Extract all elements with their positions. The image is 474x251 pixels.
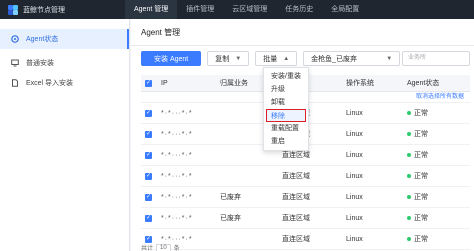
cell-os: Linux (346, 235, 363, 243)
nav-task-history[interactable]: 任务历史 (276, 0, 322, 19)
sidebar-item-agent-status[interactable]: Agent状态 (0, 29, 129, 49)
page-header: Agent 管理 (131, 19, 474, 46)
business-filter-select[interactable]: 金枪鱼_已废弃 ▼ (303, 51, 401, 66)
cell-region: 直连区域 (282, 152, 310, 159)
cell-ip: *·*···*·* (161, 172, 193, 180)
cell-ip: *·*···*·* (161, 193, 193, 201)
chevron-down-icon: ▼ (235, 55, 242, 62)
cell-status: 正常 (414, 194, 428, 201)
app-logo[interactable]: 蓝鲸节点管理 (0, 0, 125, 19)
menu-item-install-reinstall[interactable]: 安装/重装 (264, 70, 308, 83)
menu-item-remove[interactable]: 移除 (266, 109, 306, 122)
nav-global-config[interactable]: 全局配置 (322, 0, 368, 19)
row-checkbox[interactable]: ✓ (145, 131, 152, 138)
nav-agent-management[interactable]: Agent 管理 (125, 0, 178, 19)
cell-ip: *·*···*·* (161, 214, 193, 222)
bluking-logo-icon (8, 4, 18, 15)
nav-cloud-region-management[interactable]: 云区域管理 (223, 0, 276, 19)
nav-plugin-management[interactable]: 插件管理 (177, 0, 223, 19)
menu-item-uninstall[interactable]: 卸载 (264, 96, 308, 109)
status-dot-icon (407, 195, 411, 200)
header-ip: IP (161, 79, 168, 87)
cell-ip: *·*···*·* (161, 151, 193, 159)
cell-status: 正常 (414, 110, 428, 117)
cell-region: 直连区域 (282, 173, 310, 180)
cell-region: 直连区域 (282, 215, 310, 222)
row-checkbox[interactable]: ✓ (145, 152, 152, 159)
cell-os: Linux (346, 130, 363, 138)
row-checkbox[interactable]: ✓ (145, 215, 152, 222)
table-row[interactable]: ✓ *·*···*·* 已废弃 直连区域 Linux 正常 (141, 187, 470, 208)
cell-status: 正常 (414, 173, 428, 180)
copy-dropdown-button[interactable]: 复制 ▼ (207, 51, 250, 66)
cell-ip: *·*···*·* (161, 130, 193, 138)
row-checkbox[interactable]: ✓ (145, 194, 152, 201)
menu-item-reload-config[interactable]: 重载配置 (264, 122, 308, 135)
row-checkbox[interactable]: ✓ (145, 173, 152, 180)
top-navbar: 蓝鲸节点管理 Agent 管理 插件管理 云区域管理 任务历史 全局配置 (0, 0, 474, 19)
cell-status: 正常 (414, 152, 428, 159)
chevron-up-icon: ▲ (283, 55, 290, 62)
app-title: 蓝鲸节点管理 (23, 6, 65, 14)
page-title: Agent 管理 (141, 28, 181, 37)
cell-os: Linux (346, 193, 363, 201)
cell-status: 正常 (414, 215, 428, 222)
file-icon (10, 79, 19, 88)
status-dot-icon (407, 174, 411, 179)
sidebar-item-label: Excel 导入安装 (26, 80, 74, 87)
batch-dropdown-menu: 安装/重装 升级 卸载 移除 重载配置 重启 (263, 67, 309, 151)
per-page-select[interactable]: 10 (156, 243, 171, 251)
main-nav: Agent 管理 插件管理 云区域管理 任务历史 全局配置 (125, 0, 368, 19)
cell-business: 已废弃 (220, 215, 241, 222)
pagination: 共计 10 条 (141, 243, 180, 251)
sidebar: Agent状态 普通安装 Excel 导入安装 (0, 19, 130, 251)
header-os: 操作系统 (346, 80, 374, 87)
cell-region: 直连区域 (282, 194, 310, 201)
search-input[interactable]: 业务所 (402, 51, 470, 66)
cell-region: 直连区域 (282, 236, 310, 243)
status-dot-icon (407, 111, 411, 116)
sidebar-item-excel-install[interactable]: Excel 导入安装 (0, 73, 129, 93)
cell-business: 已废弃 (220, 194, 241, 201)
dashboard-icon (10, 35, 19, 44)
batch-dropdown-button[interactable]: 批量 ▲ (255, 51, 298, 66)
cell-status: 正常 (414, 131, 428, 138)
sidebar-item-label: 普通安装 (26, 60, 54, 67)
cell-ip: *·*···*·* (161, 235, 193, 243)
pager-prefix: 共计 (141, 246, 154, 251)
status-dot-icon (407, 216, 411, 221)
pager-suffix: 条 (173, 246, 180, 251)
copy-label: 复制 (215, 55, 230, 63)
cell-ip: *·*···*·* (161, 109, 193, 117)
cell-os: Linux (346, 109, 363, 117)
header-agent-status: Agent状态 (407, 80, 440, 87)
table-row[interactable]: ✓ *·*···*·* 直连区域 Linux 正常 (141, 166, 470, 187)
sidebar-item-label: Agent状态 (26, 36, 59, 43)
business-filter-value: 金枪鱼_已废弃 (311, 55, 358, 63)
menu-item-upgrade[interactable]: 升级 (264, 83, 308, 96)
table-row[interactable]: ✓ *·*···*·* 已废弃 直连区域 Linux 正常 (141, 208, 470, 229)
cell-os: Linux (346, 151, 363, 159)
chevron-down-icon: ▼ (386, 55, 393, 62)
cell-os: Linux (346, 172, 363, 180)
cell-os: Linux (346, 214, 363, 222)
install-agent-button[interactable]: 安装 Agent (141, 51, 202, 66)
status-dot-icon (407, 153, 411, 158)
table-row[interactable]: ✓ *·*···*·* 直连区域 Linux 正常 (141, 229, 470, 250)
select-all-checkbox[interactable]: ✓ (145, 80, 152, 87)
row-checkbox[interactable]: ✓ (145, 236, 152, 243)
sidebar-item-normal-install[interactable]: 普通安装 (0, 53, 129, 73)
status-dot-icon (407, 237, 411, 242)
menu-item-restart[interactable]: 重启 (264, 135, 308, 148)
row-checkbox[interactable]: ✓ (145, 110, 152, 117)
status-dot-icon (407, 132, 411, 137)
cell-status: 正常 (414, 236, 428, 243)
monitor-icon (10, 59, 19, 68)
toolbar: 安装 Agent 复制 ▼ 批量 ▲ 金枪鱼_已废弃 ▼ (141, 50, 406, 67)
batch-label: 批量 (263, 55, 278, 63)
